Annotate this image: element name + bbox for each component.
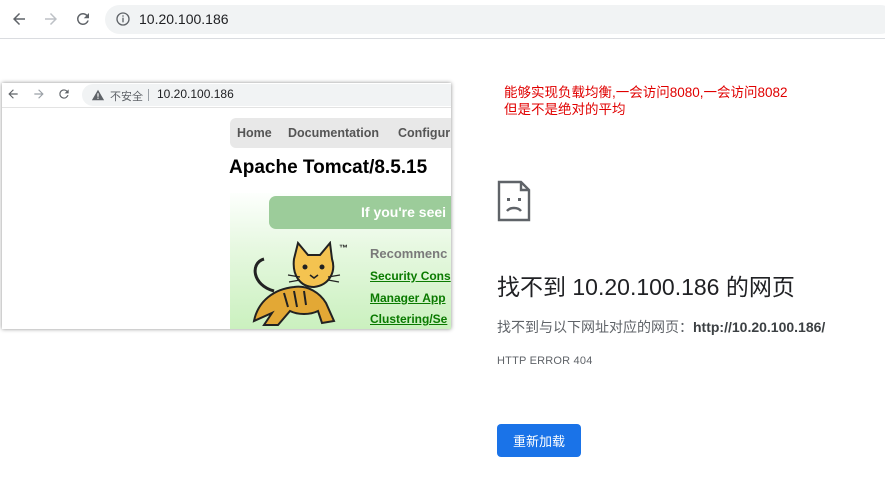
recommended-heading: Recommenc	[370, 246, 448, 261]
back-button[interactable]	[7, 7, 31, 31]
address-bar[interactable]: 10.20.100.186	[105, 5, 885, 34]
screenshot-toolbar: 不安全 10.20.100.186	[2, 83, 451, 108]
address-url: 10.20.100.186	[139, 11, 229, 27]
nav-home: Home	[237, 126, 272, 140]
screenshot-url: 10.20.100.186	[157, 87, 234, 101]
insecure-label: 不安全	[110, 91, 143, 103]
separator	[148, 89, 149, 101]
reload-button[interactable]	[71, 7, 95, 31]
tomcat-logo-icon	[252, 241, 341, 326]
link-manager-app: Manager App	[370, 291, 446, 305]
tomcat-banner: If you're seei	[269, 196, 451, 229]
trademark-mark: ™	[339, 243, 348, 253]
warning-icon	[91, 89, 105, 101]
error-code: HTTP ERROR 404	[497, 355, 593, 367]
tomcat-title: Apache Tomcat/8.5.15	[229, 157, 428, 178]
nav-documentation: Documentation	[288, 126, 379, 140]
screenshot-back-arrow-icon	[6, 87, 22, 103]
error-detail-prefix: 找不到与以下网址对应的网页：	[497, 319, 693, 335]
reload-page-button[interactable]: 重新加载	[497, 424, 581, 457]
screenshot-address-bar: 不安全 10.20.100.186	[82, 84, 451, 106]
error-title: 找不到 10.20.100.186 的网页	[497, 274, 795, 300]
link-security-considerations: Security Cons	[370, 269, 451, 283]
annotation-line-2: 但是不是绝对的平均	[504, 102, 626, 117]
annotation-note: 能够实现负载均衡,一会访问8080,一会访问8082 但是不是绝对的平均	[504, 84, 788, 118]
tomcat-nav: Home Documentation Configur	[230, 118, 451, 148]
nav-configuration: Configur	[398, 126, 451, 140]
back-arrow-icon	[13, 13, 25, 25]
info-icon[interactable]	[115, 11, 131, 27]
error-detail-url: http://10.20.100.186/	[693, 319, 826, 335]
screenshot-reload-icon	[57, 87, 73, 103]
forward-arrow-icon	[45, 13, 57, 25]
embedded-screenshot: 不安全 10.20.100.186 Home Documentation Con…	[2, 83, 451, 329]
banner-text: If you're seei	[361, 204, 447, 220]
annotation-line-1: 能够实现负载均衡,一会访问8080,一会访问8082	[504, 85, 788, 100]
link-clustering: Clustering/Se	[370, 312, 448, 326]
forward-button[interactable]	[39, 7, 63, 31]
sad-page-icon	[497, 180, 531, 222]
browser-toolbar: 10.20.100.186	[0, 0, 885, 39]
reload-icon	[76, 12, 89, 25]
error-detail: 找不到与以下网址对应的网页：http://10.20.100.186/	[497, 317, 825, 337]
screenshot-forward-arrow-icon	[32, 87, 48, 103]
